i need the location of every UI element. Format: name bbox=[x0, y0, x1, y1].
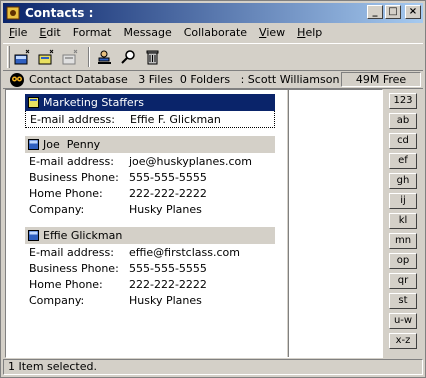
contact-card-header[interactable]: Marketing Staffers bbox=[25, 94, 275, 111]
free-space-indicator: 49M Free bbox=[341, 72, 421, 87]
alpha-tab-ab[interactable]: ab bbox=[389, 113, 417, 129]
alpha-tab-u-w[interactable]: u-w bbox=[389, 313, 417, 329]
contact-field-row: Company: Husky Planes bbox=[29, 202, 202, 216]
contact-field-row: E-mail address: joe@huskyplanes.com bbox=[29, 154, 252, 168]
menu-view[interactable]: View bbox=[253, 24, 291, 42]
alpha-tab-op[interactable]: op bbox=[389, 253, 417, 269]
alpha-tab-ij[interactable]: ij bbox=[389, 193, 417, 209]
find-button[interactable] bbox=[118, 46, 140, 68]
contacts-window: Contacts : _ □ × File Edit Format Messag… bbox=[0, 0, 426, 378]
alpha-tab-x-z[interactable]: x-z bbox=[389, 333, 417, 349]
contact-field-row: E-mail address: Effie F. Glickman bbox=[30, 112, 221, 126]
contact-card-header[interactable]: Effie Glickman bbox=[25, 227, 275, 244]
alpha-tab-kl[interactable]: kl bbox=[389, 213, 417, 229]
find-icon bbox=[121, 50, 135, 64]
new-list-button[interactable] bbox=[36, 46, 58, 68]
alpha-tab-qr[interactable]: qr bbox=[389, 273, 417, 289]
address-icon bbox=[98, 50, 111, 64]
contact-name: Effie Glickman bbox=[43, 229, 123, 242]
toolbar bbox=[3, 43, 423, 71]
title-bar[interactable]: Contacts : _ □ × bbox=[3, 3, 423, 23]
alpha-tab-cd[interactable]: cd bbox=[389, 133, 417, 149]
alpha-tab-gh[interactable]: gh bbox=[389, 173, 417, 189]
menu-bar: File Edit Format Message Collaborate Vie… bbox=[3, 24, 328, 42]
contact-card-icon bbox=[28, 230, 39, 241]
menu-message[interactable]: Message bbox=[118, 24, 178, 42]
menu-edit[interactable]: Edit bbox=[33, 24, 66, 42]
close-button[interactable]: × bbox=[405, 5, 421, 19]
minimize-button[interactable]: _ bbox=[367, 5, 383, 19]
contact-card-effie-glickman[interactable]: Effie Glickman E-mail address: effie@firs… bbox=[25, 227, 275, 308]
location-text: Contact Database 3 Files 0 Folders : Sco… bbox=[29, 73, 340, 86]
delete-button[interactable] bbox=[142, 46, 164, 68]
contact-field-row: Business Phone: 555-555-5555 bbox=[29, 170, 207, 184]
contact-field-row: Home Phone: 222-222-2222 bbox=[29, 186, 207, 200]
contact-card-icon bbox=[28, 139, 39, 150]
address-button[interactable] bbox=[94, 46, 116, 68]
open-contact-icon bbox=[62, 49, 78, 65]
contact-name: Joe Penny bbox=[43, 138, 101, 151]
contact-field-row: Company: Husky Planes bbox=[29, 293, 202, 307]
menu-file[interactable]: File bbox=[3, 24, 33, 42]
firstclass-app-icon bbox=[5, 5, 21, 21]
alpha-tab-st[interactable]: st bbox=[389, 293, 417, 309]
contact-field-row: Business Phone: 555-555-5555 bbox=[29, 261, 207, 275]
delete-icon bbox=[146, 50, 159, 65]
window-title: Contacts : bbox=[25, 6, 94, 20]
contact-card-header[interactable]: Joe Penny bbox=[25, 136, 275, 153]
contact-list-pane[interactable]: Marketing Staffers E-mail address: Effie … bbox=[5, 89, 383, 358]
toolbar-grip[interactable] bbox=[7, 46, 10, 68]
contact-card-joe-penny[interactable]: Joe Penny E-mail address: joe@huskyplanes… bbox=[25, 136, 275, 217]
contact-card-marketing-staffers[interactable]: Marketing Staffers E-mail address: Effie … bbox=[25, 94, 275, 128]
contact-name: Marketing Staffers bbox=[43, 96, 144, 109]
contact-field-row: Home Phone: 222-222-2222 bbox=[29, 277, 207, 291]
menu-format[interactable]: Format bbox=[67, 24, 118, 42]
open-contact-button[interactable] bbox=[60, 46, 82, 68]
alpha-tab-mn[interactable]: mn bbox=[389, 233, 417, 249]
alpha-tab-ef[interactable]: ef bbox=[389, 153, 417, 169]
firstclass-owl-icon bbox=[10, 72, 24, 87]
menu-collaborate[interactable]: Collaborate bbox=[178, 24, 253, 42]
status-bar: 1 Item selected. bbox=[3, 359, 423, 375]
menu-help[interactable]: Help bbox=[291, 24, 328, 42]
alpha-tab-123[interactable]: 123 bbox=[389, 93, 417, 109]
contact-field-row: E-mail address: effie@firstclass.com bbox=[29, 245, 240, 259]
maximize-button[interactable]: □ bbox=[385, 5, 401, 19]
pane-splitter[interactable] bbox=[286, 90, 289, 357]
new-contact-icon bbox=[14, 49, 30, 65]
toolbar-separator bbox=[88, 47, 90, 67]
new-list-icon bbox=[38, 49, 54, 65]
alphabet-index: 123 ab cd ef gh ij kl mn op qr st u-w x-… bbox=[389, 93, 421, 353]
new-contact-button[interactable] bbox=[12, 46, 34, 68]
mailing-list-icon bbox=[28, 97, 39, 108]
location-bar: Contact Database 3 Files 0 Folders : Sco… bbox=[3, 71, 423, 89]
